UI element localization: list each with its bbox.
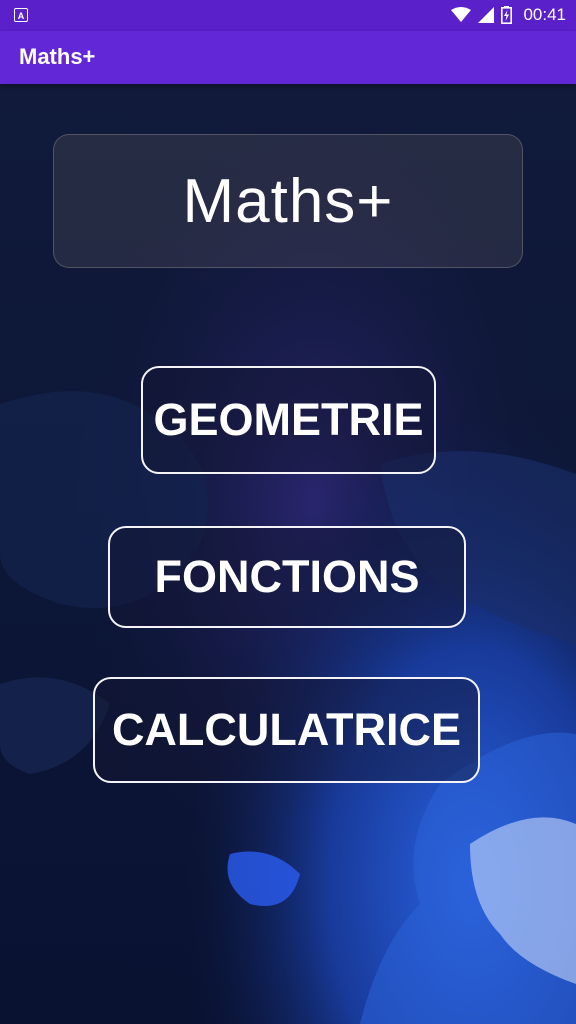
battery-charging-icon (501, 6, 513, 24)
title-card: Maths+ (53, 134, 523, 268)
app-bar: Maths+ (0, 31, 576, 84)
calculatrice-button[interactable]: CALCULATRICE (93, 677, 480, 783)
page-title: Maths+ (182, 166, 394, 236)
app-bar-title: Maths+ (19, 44, 96, 69)
status-right-group: 00:41 (451, 4, 566, 26)
status-time: 00:41 (523, 5, 566, 24)
app-notification-icon: A (14, 8, 28, 22)
cell-signal-icon (478, 7, 495, 23)
screen: A 00:41 Maths+ Maths+ GEOMETRIE FONCTION… (0, 0, 576, 1024)
status-bar: A 00:41 (0, 0, 576, 31)
geometrie-button[interactable]: GEOMETRIE (141, 366, 436, 474)
fonctions-button[interactable]: FONCTIONS (108, 526, 466, 628)
wifi-icon (451, 7, 472, 22)
